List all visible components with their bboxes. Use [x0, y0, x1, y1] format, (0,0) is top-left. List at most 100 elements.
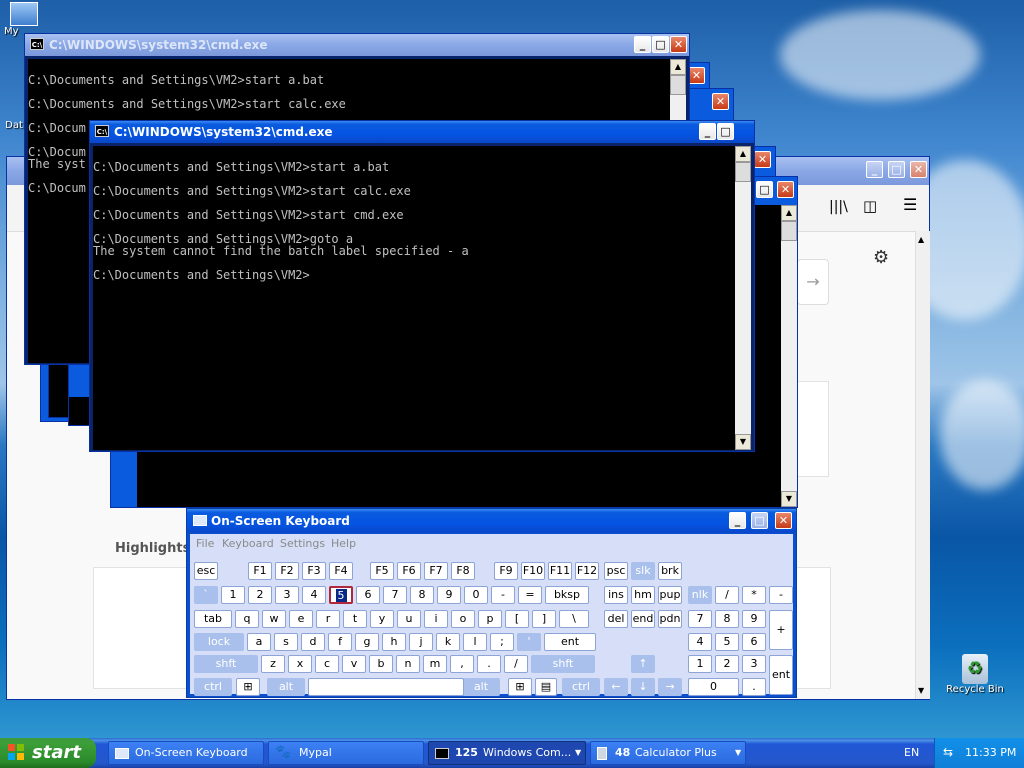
menu-icon[interactable]: ☰ [903, 195, 917, 214]
close-icon[interactable]: ✕ [754, 151, 771, 168]
osk-key[interactable]: esc [194, 562, 218, 580]
osk-key[interactable]: 1 [688, 655, 712, 673]
osk-key[interactable]: ' [517, 633, 541, 651]
osk-key[interactable]: - [491, 586, 515, 604]
osk-key[interactable]: 7 [383, 586, 407, 604]
minimize-button[interactable]: _ [866, 161, 883, 178]
language-indicator[interactable]: EN [904, 746, 919, 759]
cmd-front-titlebar[interactable]: C:\ C:\WINDOWS\system32\cmd.exe _ □ [90, 121, 754, 143]
osk-key[interactable]: ` [194, 586, 218, 604]
osk-key[interactable]: 3 [742, 655, 766, 673]
maximize-button[interactable]: □ [652, 36, 669, 53]
application-key-icon[interactable]: ▤ [535, 678, 557, 696]
minimize-button[interactable]: _ [729, 512, 746, 529]
osk-key[interactable]: [ [505, 610, 529, 628]
osk-key[interactable]: pup [658, 586, 682, 604]
osk-key[interactable]: u [397, 610, 421, 628]
osk-key[interactable]: c [315, 655, 339, 673]
osk-key[interactable]: s [274, 633, 298, 651]
arrow-up-icon[interactable]: ↑ [631, 655, 655, 673]
osk-key[interactable]: 0 [464, 586, 488, 604]
minimize-button[interactable]: _ [699, 123, 716, 140]
osk-key[interactable]: . [742, 678, 766, 696]
console-scrollbar[interactable]: ▲ ▼ [735, 146, 751, 450]
close-button[interactable]: ✕ [910, 161, 927, 178]
on-screen-keyboard-window[interactable]: On-Screen Keyboard _ □ ✕ File Keyboard S… [186, 508, 797, 698]
menu-settings[interactable]: Settings [280, 537, 325, 550]
osk-key[interactable]: lock [194, 633, 244, 651]
osk-key[interactable]: t [343, 610, 367, 628]
osk-key[interactable]: h [382, 633, 406, 651]
osk-key[interactable]: 6 [742, 633, 766, 651]
osk-key[interactable]: w [262, 610, 286, 628]
osk-key[interactable]: 9 [437, 586, 461, 604]
osk-key[interactable]: alt [462, 678, 500, 696]
osk-key[interactable]: F10 [521, 562, 545, 580]
osk-key[interactable]: v [342, 655, 366, 673]
osk-key[interactable]: bksp [545, 586, 589, 604]
osk-key[interactable]: F9 [494, 562, 518, 580]
close-icon[interactable]: ✕ [777, 181, 794, 198]
windows-key-icon[interactable]: ⊞ [508, 678, 532, 696]
osk-key[interactable]: ; [490, 633, 514, 651]
scroll-down-icon[interactable]: ▼ [735, 434, 751, 450]
scroll-down-icon[interactable]: ▼ [918, 686, 924, 695]
menu-keyboard[interactable]: Keyboard [222, 537, 274, 550]
close-button[interactable]: ✕ [670, 36, 687, 53]
osk-key[interactable]: F2 [275, 562, 299, 580]
osk-key[interactable]: m [423, 655, 447, 673]
taskbar-item-osk[interactable]: On-Screen Keyboard [108, 741, 264, 765]
osk-key[interactable]: F6 [397, 562, 421, 580]
osk-key[interactable]: 7 [688, 610, 712, 628]
osk-key[interactable]: hm [631, 586, 655, 604]
osk-key[interactable]: tab [194, 610, 232, 628]
osk-key[interactable]: del [604, 610, 628, 628]
osk-key[interactable]: 5 [715, 633, 739, 651]
osk-key[interactable]: q [235, 610, 259, 628]
maximize-button[interactable]: □ [888, 161, 905, 178]
osk-key[interactable]: r [316, 610, 340, 628]
osk-key[interactable]: * [742, 586, 766, 604]
osk-key[interactable]: / [504, 655, 528, 673]
cmd-window-front[interactable]: C:\ C:\WINDOWS\system32\cmd.exe _ □ C:\D… [89, 120, 755, 452]
osk-key[interactable]: , [450, 655, 474, 673]
osk-key[interactable]: F1 [248, 562, 272, 580]
osk-key[interactable]: g [355, 633, 379, 651]
restore-icon[interactable]: □ [756, 181, 773, 198]
taskbar-group-cmd[interactable]: 125 Windows Com... ▼ [428, 741, 586, 765]
arrow-right-icon[interactable]: → [658, 678, 682, 696]
osk-key[interactable]: ent [544, 633, 596, 651]
osk-key[interactable]: j [409, 633, 433, 651]
osk-key[interactable]: 9 [742, 610, 766, 628]
osk-titlebar[interactable]: On-Screen Keyboard _ □ ✕ [187, 509, 796, 533]
osk-key[interactable]: F7 [424, 562, 448, 580]
browser-scrollbar[interactable]: ▲ ▼ [915, 231, 930, 699]
next-arrow-icon[interactable]: → [797, 259, 829, 305]
osk-key[interactable]: ctrl [194, 678, 232, 696]
osk-key[interactable]: z [261, 655, 285, 673]
recycle-bin-icon[interactable]: ♻ Recycle Bin [940, 654, 1010, 695]
osk-key[interactable]: ent [769, 655, 793, 695]
network-icon[interactable]: ⇆ [943, 745, 953, 759]
scroll-up-icon[interactable]: ▲ [735, 146, 751, 162]
osk-key[interactable]: d [301, 633, 325, 651]
osk-key[interactable]: 8 [715, 610, 739, 628]
osk-key[interactable]: x [288, 655, 312, 673]
minimize-button[interactable]: _ [634, 36, 651, 53]
osk-key[interactable]: ctrl [562, 678, 600, 696]
menu-file[interactable]: File [196, 537, 214, 550]
osk-key[interactable]: F8 [451, 562, 475, 580]
osk-key[interactable]: end [631, 610, 655, 628]
osk-key[interactable]: 6 [356, 586, 380, 604]
osk-key[interactable]: \ [559, 610, 589, 628]
osk-key[interactable]: e [289, 610, 313, 628]
osk-key[interactable]: ] [532, 610, 556, 628]
osk-key[interactable]: 5 [329, 586, 353, 604]
sidebar-icon[interactable]: ◫ [863, 197, 877, 215]
osk-key[interactable]: + [769, 610, 793, 650]
osk-key[interactable]: - [769, 586, 793, 604]
arrow-down-icon[interactable]: ↓ [631, 678, 655, 696]
osk-key[interactable]: y [370, 610, 394, 628]
cmd-back-titlebar[interactable]: C:\ C:\WINDOWS\system32\cmd.exe _ □ ✕ [25, 34, 689, 56]
space-bar-key[interactable] [308, 678, 464, 696]
